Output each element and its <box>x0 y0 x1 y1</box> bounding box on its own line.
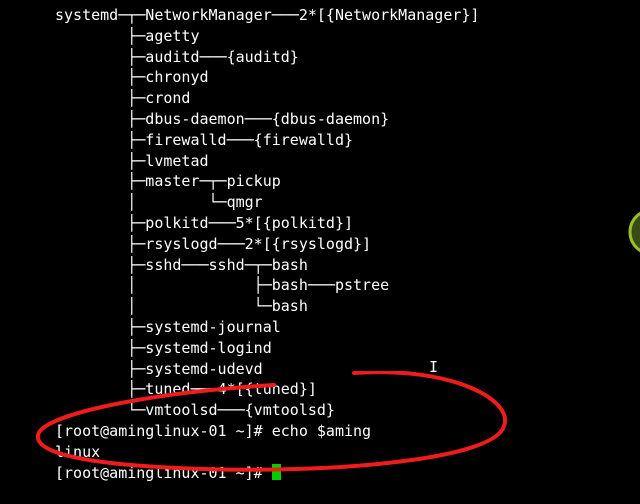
pstree-line-10: │ └─qmgr <box>55 193 263 211</box>
pstree-line-06: ├─dbus-daemon───{dbus-daemon} <box>55 110 389 128</box>
pstree-line-03: ├─auditd───{auditd} <box>55 48 299 66</box>
cursor-block <box>272 464 281 480</box>
pstree-line-18: ├─systemd-udevd <box>55 360 263 378</box>
terminal-screen[interactable]: systemd─┬─NetworkManager───2*[{NetworkMa… <box>0 0 640 504</box>
pstree-line-19: ├─tuned───4*[{tuned}] <box>55 380 317 398</box>
terminal-text: systemd─┬─NetworkManager───2*[{NetworkMa… <box>55 5 479 483</box>
pstree-line-20: └─vmtoolsd───{vmtoolsd} <box>55 401 335 419</box>
shell-prompt-1: [root@aminglinux-01 ~]# <box>55 422 272 440</box>
pstree-line-01: systemd─┬─NetworkManager───2*[{NetworkMa… <box>55 6 479 24</box>
pstree-line-09: ├─master─┬─pickup <box>55 172 281 190</box>
shell-prompt-2: [root@aminglinux-01 ~]# <box>55 464 272 482</box>
pstree-line-17: ├─systemd-logind <box>55 339 272 357</box>
pstree-line-05: ├─crond <box>55 89 190 107</box>
command-output: linux <box>55 443 100 461</box>
pstree-line-16: ├─systemd-journal <box>55 318 281 336</box>
text-caret-icon: I <box>429 358 438 376</box>
pstree-line-13: ├─sshd───sshd─┬─bash <box>55 256 308 274</box>
pstree-line-14: │ ├─bash───pstree <box>55 276 389 294</box>
pstree-line-08: ├─lvmetad <box>55 152 209 170</box>
pstree-line-12: ├─rsyslogd───2*[{rsyslogd}] <box>55 235 371 253</box>
pstree-line-02: ├─agetty <box>55 27 200 45</box>
pstree-line-11: ├─polkitd───5*[{polkitd}] <box>55 214 353 232</box>
pstree-line-07: ├─firewalld───{firewalld} <box>55 131 353 149</box>
edge-arc-decoration <box>612 0 640 504</box>
command-echo: echo $aming <box>272 422 371 440</box>
pstree-line-04: ├─chronyd <box>55 68 209 86</box>
pstree-line-15: │ └─bash <box>55 297 308 315</box>
